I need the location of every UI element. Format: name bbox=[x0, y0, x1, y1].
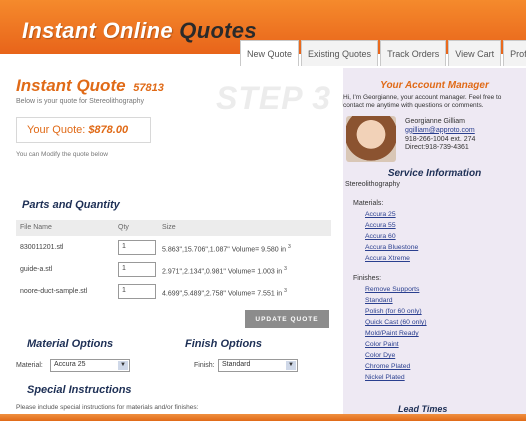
finish-link[interactable]: Remove Supports bbox=[365, 286, 419, 293]
tab-view-cart[interactable]: View Cart bbox=[448, 40, 502, 66]
col-size: Size bbox=[162, 224, 176, 231]
material-select-value: Accura 25 bbox=[54, 361, 86, 368]
part-size: 5.863",15.706",1.087" Volume= 9.580 in 3 bbox=[162, 244, 291, 253]
part-size-exponent: 3 bbox=[284, 288, 287, 294]
finish-heading: Finish Options bbox=[185, 338, 262, 350]
material-link[interactable]: Accura 25 bbox=[365, 211, 396, 218]
material-link[interactable]: Accura Xtreme bbox=[365, 255, 410, 262]
col-file-name: File Name bbox=[20, 224, 52, 231]
finish-link[interactable]: Mold/Paint Ready bbox=[365, 330, 419, 337]
material-select[interactable]: Accura 25 ▼ bbox=[50, 359, 130, 372]
special-instructions-note: Please include special instructions for … bbox=[16, 404, 199, 411]
finish-select-value: Standard bbox=[222, 361, 251, 368]
part-size-text: 5.863",15.706",1.087" Volume= 9.580 in bbox=[162, 246, 287, 254]
file-name: 830011201.stl bbox=[20, 244, 64, 251]
qty-input[interactable]: 1 bbox=[118, 240, 156, 255]
account-manager-heading: Your Account Manager bbox=[380, 80, 489, 91]
part-size-text: 2.971",2.134",0.981" Volume= 1.003 in bbox=[162, 268, 283, 276]
tab-existing-quotes[interactable]: Existing Quotes bbox=[301, 40, 379, 66]
modify-note: You can Modify the quote below bbox=[16, 151, 108, 158]
finish-label: Finish: bbox=[194, 362, 215, 369]
finish-link[interactable]: Nickel Plated bbox=[365, 374, 405, 381]
lead-times-heading: Lead Times bbox=[398, 404, 448, 414]
material-label: Material: bbox=[16, 362, 43, 369]
quote-total-label: Your Quote: bbox=[27, 124, 86, 136]
finish-link[interactable]: Color Paint bbox=[365, 341, 399, 348]
account-manager-intro: Hi, I'm Georgianne, your account manager… bbox=[343, 94, 502, 110]
part-size: 4.699",5.489",2.758" Volume= 7.551 in 3 bbox=[162, 288, 287, 297]
quote-number: 57813 bbox=[133, 82, 164, 94]
tab-track-orders[interactable]: Track Orders bbox=[380, 40, 447, 66]
avatar bbox=[346, 116, 396, 162]
tab-profile[interactable]: Profile bbox=[503, 40, 526, 66]
quote-total-value: $878.00 bbox=[88, 124, 129, 136]
table-row: 830011201.stl 1 5.863",15.706",1.087" Vo… bbox=[16, 240, 331, 258]
service-name: Stereolithography bbox=[345, 181, 400, 188]
chevron-down-icon: ▼ bbox=[286, 361, 296, 370]
material-link[interactable]: Accura Bluestone bbox=[365, 244, 418, 251]
finish-link[interactable]: Quick Cast (60 only) bbox=[365, 319, 427, 326]
file-name: guide-a.stl bbox=[20, 266, 53, 273]
finish-link[interactable]: Standard bbox=[365, 297, 393, 304]
special-instructions-heading: Special Instructions bbox=[27, 384, 132, 396]
finish-select[interactable]: Standard ▼ bbox=[218, 359, 298, 372]
qty-input[interactable]: 1 bbox=[118, 262, 156, 277]
quote-total-box: Your Quote: $878.00 bbox=[16, 117, 151, 143]
finish-link[interactable]: Color Dye bbox=[365, 352, 395, 359]
tab-new-quote[interactable]: New Quote bbox=[240, 40, 300, 66]
col-qty: Qty bbox=[118, 224, 129, 231]
file-name: noore-duct-sample.stl bbox=[20, 288, 88, 295]
parts-heading: Parts and Quantity bbox=[22, 199, 120, 211]
page-title: Instant Quote 57813 bbox=[16, 76, 336, 96]
manager-phone: 918-266-1004 ext. 274 bbox=[405, 135, 476, 143]
quote-summary: Instant Quote 57813 Below is your quote … bbox=[16, 76, 336, 158]
part-size-text: 4.699",5.489",2.758" Volume= 7.551 in bbox=[162, 290, 283, 298]
part-size: 2.971",2.134",0.981" Volume= 1.003 in 3 bbox=[162, 266, 287, 275]
footer-bar bbox=[0, 414, 526, 421]
page-frame: Instant Online Quotes New Quote Existing… bbox=[0, 0, 526, 421]
manager-name: Georgianne Gilliam bbox=[405, 118, 465, 125]
finish-link[interactable]: Polish (for 60 only) bbox=[365, 308, 422, 315]
manager-direct: Direct:918-739-4361 bbox=[405, 144, 469, 152]
finishes-label: Finishes: bbox=[353, 275, 382, 282]
sidebar: Your Account Manager Hi, I'm Georgianne,… bbox=[343, 68, 526, 421]
manager-email-link[interactable]: ggilliam@approto.com bbox=[405, 127, 475, 136]
chevron-down-icon: ▼ bbox=[118, 361, 128, 370]
part-size-exponent: 3 bbox=[284, 266, 287, 272]
qty-input[interactable]: 1 bbox=[118, 284, 156, 299]
table-row: noore-duct-sample.stl 1 4.699",5.489",2.… bbox=[16, 284, 331, 302]
material-link[interactable]: Accura 60 bbox=[365, 233, 396, 240]
finish-link[interactable]: Chrome Plated bbox=[365, 363, 410, 370]
material-heading: Material Options bbox=[27, 338, 114, 350]
material-link[interactable]: Accura 55 bbox=[365, 222, 396, 229]
table-row: guide-a.stl 1 2.971",2.134",0.981" Volum… bbox=[16, 262, 331, 280]
quote-subtitle: Below is your quote for Stereolithograph… bbox=[16, 98, 145, 105]
main-nav: New Quote Existing Quotes Track Orders V… bbox=[240, 40, 526, 66]
service-info-heading: Service Information bbox=[387, 168, 482, 179]
brand-logo[interactable]: Instant Online Quotes bbox=[22, 18, 257, 44]
part-size-exponent: 3 bbox=[287, 244, 291, 250]
page-title-text: Instant Quote bbox=[16, 76, 126, 95]
materials-label: Materials: bbox=[353, 200, 384, 207]
update-quote-button[interactable]: UPDATE QUOTE bbox=[245, 310, 329, 328]
contact-card: Georgianne Gilliam ggilliam@approto.com … bbox=[405, 118, 475, 153]
parts-table-header: File Name Qty Size bbox=[16, 220, 331, 236]
brand-text-part1: Instant Online bbox=[22, 18, 173, 43]
